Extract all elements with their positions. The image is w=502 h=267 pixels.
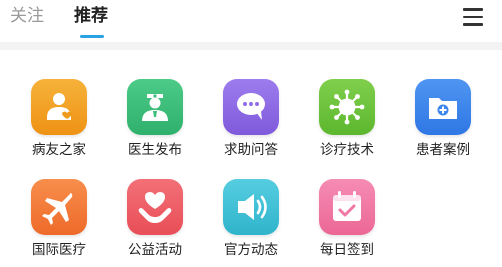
service-patient-home[interactable]: 病友之家: [14, 50, 104, 158]
tab-recommend[interactable]: 推荐: [74, 6, 108, 26]
doctor-icon: [127, 79, 183, 135]
chat-bubble-icon: [223, 79, 279, 135]
service-help-qa[interactable]: 求助问答: [206, 50, 296, 158]
service-treatment-tech[interactable]: 诊疗技术: [302, 50, 392, 158]
section-divider: [0, 42, 502, 50]
service-charity-events[interactable]: 公益活动: [110, 150, 200, 258]
folder-plus-icon: [415, 79, 471, 135]
active-tab-indicator: [80, 35, 104, 38]
virus-icon: [319, 79, 375, 135]
patient-home-icon: [31, 79, 87, 135]
hamburger-menu-icon[interactable]: [461, 6, 485, 28]
tab-follow[interactable]: 关注: [10, 6, 44, 26]
service-doctor-publish[interactable]: 医生发布: [110, 50, 200, 158]
service-official-news[interactable]: 官方动态: [206, 150, 296, 258]
service-grid: 病友之家 医生发布 求助问答 诊疗技术 患者案例 国际医疗 公益活动 官方动态 …: [0, 50, 502, 267]
service-patient-cases[interactable]: 患者案例: [398, 50, 488, 158]
top-nav-bar: 关注 推荐: [0, 0, 502, 42]
calendar-check-icon: [319, 179, 375, 235]
service-label: 国际医疗: [32, 242, 86, 258]
service-label: 患者案例: [416, 142, 470, 158]
airplane-icon: [31, 179, 87, 235]
heart-hand-icon: [127, 179, 183, 235]
speaker-icon: [223, 179, 279, 235]
service-label: 每日签到: [320, 242, 374, 258]
service-label: 官方动态: [224, 242, 278, 258]
service-international-medical[interactable]: 国际医疗: [14, 150, 104, 258]
service-daily-checkin[interactable]: 每日签到: [302, 150, 392, 258]
service-label: 公益活动: [128, 242, 182, 258]
